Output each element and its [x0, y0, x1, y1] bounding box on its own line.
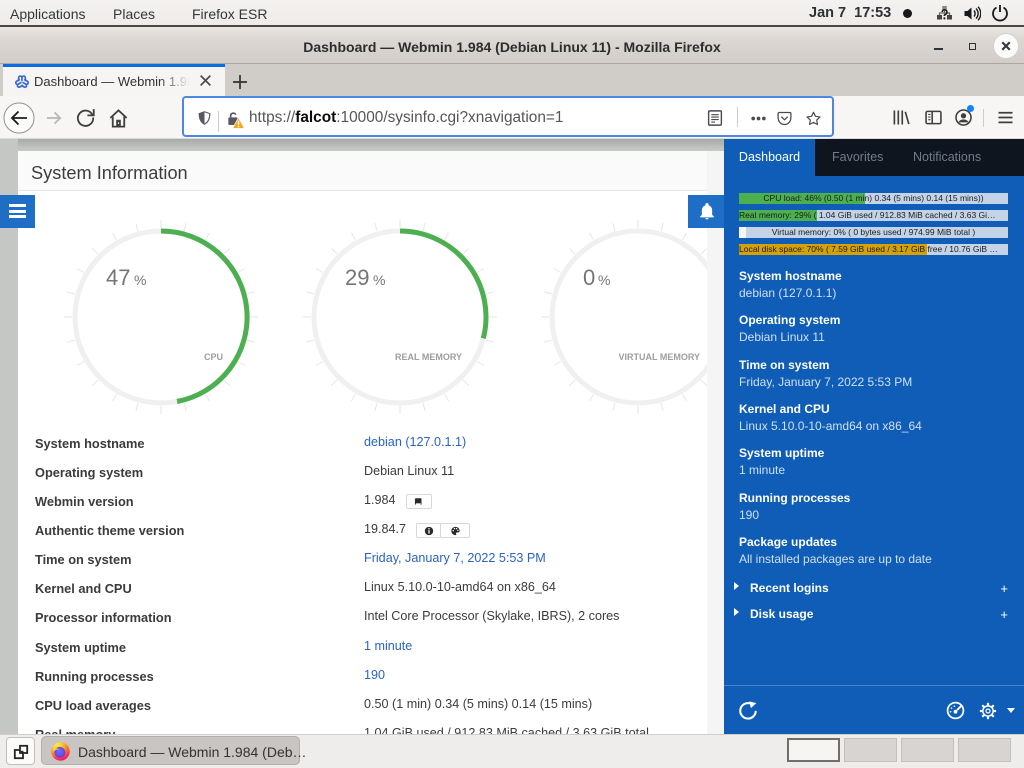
svg-text:29: 29 — [345, 265, 369, 290]
svg-text:0: 0 — [583, 265, 595, 290]
svg-text:%: % — [373, 272, 385, 288]
svg-text:REAL MEMORY: REAL MEMORY — [395, 352, 462, 362]
svg-text:%: % — [598, 272, 610, 288]
svg-text:47: 47 — [106, 265, 130, 290]
svg-text:CPU: CPU — [204, 352, 223, 362]
svg-text:VIRTUAL MEMORY: VIRTUAL MEMORY — [618, 352, 700, 362]
svg-text:%: % — [134, 272, 146, 288]
